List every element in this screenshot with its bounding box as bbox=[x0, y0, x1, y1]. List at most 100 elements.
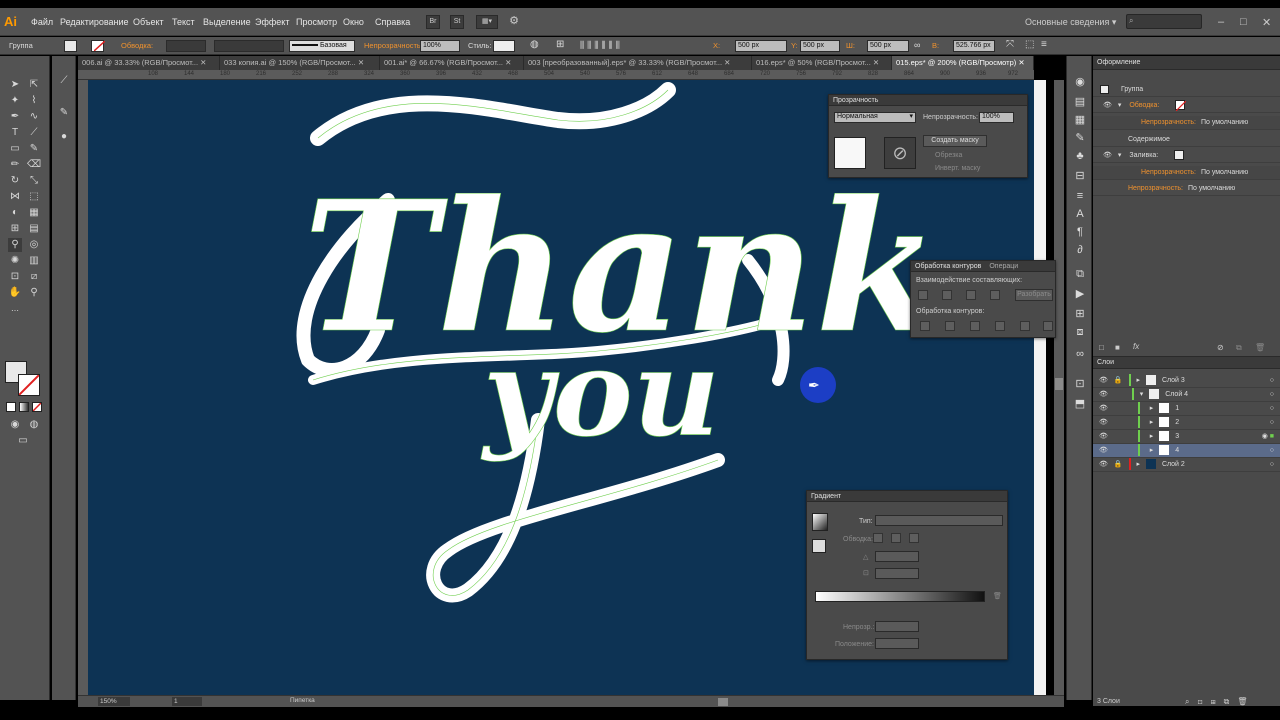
stock-button[interactable]: St bbox=[450, 15, 464, 29]
curvature-tool-icon[interactable]: ∿ bbox=[27, 110, 41, 124]
scale-tool-icon[interactable]: ⤡ bbox=[27, 174, 41, 188]
menu-effect[interactable]: Эффект bbox=[255, 17, 289, 27]
type-tool-icon[interactable]: T bbox=[8, 126, 22, 140]
asset-export-icon[interactable]: ⬒ bbox=[1072, 396, 1088, 412]
search-input[interactable] bbox=[1126, 14, 1202, 29]
minus-front-icon[interactable] bbox=[942, 290, 952, 300]
gradient-aspect-field[interactable] bbox=[875, 568, 919, 579]
transform-panel-icon[interactable]: ⧉ bbox=[1072, 266, 1088, 282]
transform-icon[interactable]: ⤧ bbox=[1006, 39, 1014, 50]
invert-mask-checkbox-label[interactable]: Инверт. маску bbox=[935, 165, 980, 172]
layer-row[interactable]: 👁 ▾ Слой 4 ○ bbox=[1093, 388, 1280, 402]
fill-swatch[interactable] bbox=[64, 40, 77, 52]
pathfinder-panel-icon[interactable]: ⧈ bbox=[1072, 324, 1088, 340]
constrain-link-icon[interactable]: ∞ bbox=[914, 40, 920, 50]
expand-button[interactable]: Разобрать bbox=[1015, 289, 1053, 301]
tab-document-1[interactable]: 006.ai @ 33.33% (RGB/Просмот... ✕ bbox=[78, 56, 220, 70]
menu-window[interactable]: Окно bbox=[343, 17, 364, 27]
tab-document-2[interactable]: 033 копия.ai @ 150% (RGB/Просмот... ✕ bbox=[220, 56, 380, 70]
clip-checkbox-label[interactable]: Обрезка bbox=[935, 152, 962, 159]
layer-row[interactable]: 👁 🔒 ▸ Слой 2 ○ bbox=[1093, 458, 1280, 472]
artboard-select[interactable]: 1 bbox=[172, 697, 202, 706]
align-buttons-icon[interactable]: ⫼⫼⫼⫼⫼⫼ bbox=[580, 40, 623, 51]
brush-panel-icon[interactable]: ⟋ bbox=[57, 74, 71, 88]
w-field[interactable]: 500 px bbox=[867, 40, 909, 52]
actions-panel-icon[interactable]: ▶ bbox=[1072, 286, 1088, 302]
sublayer-row[interactable]: 👁 ▸ 1 ○ bbox=[1093, 402, 1280, 416]
vertical-scroll-thumb[interactable] bbox=[1055, 378, 1063, 390]
blend-mode-select[interactable]: Нормальная ▾ bbox=[834, 112, 916, 123]
layers-footer-icons[interactable]: ⌕⊡⊞⧉🗑 bbox=[1185, 697, 1256, 707]
sublayer-row-selected[interactable]: 👁 ▸ 4 ○ bbox=[1093, 444, 1280, 458]
lasso-tool-icon[interactable]: ⌇ bbox=[27, 94, 41, 108]
mesh-tool-icon[interactable]: ⊞ bbox=[8, 222, 22, 236]
width-tool-icon[interactable]: ⋈ bbox=[8, 190, 22, 204]
bridge-button[interactable]: Br bbox=[426, 15, 440, 29]
hand-tool-icon[interactable]: ✋ bbox=[8, 286, 22, 300]
tab-document-4[interactable]: 003 [преобразованный].eps* @ 33.33% (RGB… bbox=[524, 56, 752, 70]
links-panel-icon[interactable]: ∞ bbox=[1072, 346, 1088, 362]
unite-icon[interactable] bbox=[918, 290, 928, 300]
tab-operations[interactable]: Операци bbox=[989, 263, 1018, 270]
horizontal-scroll-thumb[interactable] bbox=[718, 698, 728, 706]
gradient-stroke-within-icon[interactable] bbox=[873, 533, 883, 543]
color-panel-icon[interactable]: ◉ bbox=[1072, 74, 1088, 90]
slice-tool-icon[interactable]: ⧄ bbox=[27, 270, 41, 284]
crop-icon[interactable] bbox=[995, 321, 1005, 331]
appearance-fill-opacity-row[interactable]: Непрозрачность: По умолчанию bbox=[1093, 166, 1280, 180]
style-swatch[interactable] bbox=[493, 40, 515, 52]
gpu-icon[interactable]: ⚙ bbox=[507, 15, 521, 29]
gradient-fill-swatch[interactable] bbox=[812, 539, 826, 553]
paintbrush-tool-icon[interactable]: ✎ bbox=[27, 142, 41, 156]
pencil-tool-icon[interactable]: ✏ bbox=[8, 158, 22, 172]
pencil-panel-icon[interactable]: ✎ bbox=[57, 106, 71, 120]
maximize-icon[interactable]: □ bbox=[1240, 16, 1247, 28]
stroke-swatch[interactable] bbox=[91, 40, 106, 52]
opacity-field[interactable]: 100% bbox=[420, 40, 460, 52]
screen-mode-icon[interactable]: ▭ bbox=[16, 434, 30, 448]
symbol-sprayer-tool-icon[interactable]: ✺ bbox=[8, 254, 22, 268]
appearance-fill-row[interactable]: 👁 ▾ Заливка: bbox=[1093, 149, 1280, 163]
sublayer-row[interactable]: 👁 ▸ 2 ○ bbox=[1093, 416, 1280, 430]
delete-item-icon[interactable]: 🗑 bbox=[1255, 343, 1265, 352]
appearance-group-opacity-row[interactable]: Непрозрачность: По умолчанию bbox=[1093, 182, 1280, 196]
draw-behind-icon[interactable]: ◍ bbox=[27, 418, 41, 432]
delete-stop-icon[interactable]: 🗑 bbox=[993, 592, 1002, 600]
eyedropper-tool-icon[interactable]: ⚲ bbox=[8, 238, 22, 252]
minimize-icon[interactable]: – bbox=[1218, 16, 1224, 28]
perspective-grid-tool-icon[interactable]: ▦ bbox=[27, 206, 41, 220]
add-fill-icon[interactable]: ■ bbox=[1115, 343, 1120, 352]
transparency-opacity-field[interactable]: 100% bbox=[979, 112, 1014, 123]
stroke-label[interactable]: Обводка: bbox=[121, 41, 153, 50]
layer-row[interactable]: 👁 🔒 ▸ Слой 3 ○ bbox=[1093, 374, 1280, 388]
symbols-panel-icon[interactable]: ● bbox=[57, 130, 71, 144]
line-tool-icon[interactable]: ⟋ bbox=[27, 126, 41, 140]
graphic-styles-icon[interactable]: ⊟ bbox=[1072, 168, 1088, 184]
appearance-group-row[interactable]: Группа bbox=[1093, 83, 1280, 97]
opacity-label[interactable]: Непрозрачность: bbox=[364, 41, 423, 50]
gradient-angle-field[interactable] bbox=[875, 551, 919, 562]
add-effect-icon[interactable]: fx bbox=[1133, 342, 1139, 351]
merge-icon[interactable] bbox=[970, 321, 980, 331]
character-panel-icon[interactable]: A bbox=[1072, 206, 1088, 222]
gradient-mode-icon[interactable] bbox=[19, 402, 29, 412]
menu-help[interactable]: Справка bbox=[375, 17, 410, 27]
opentype-panel-icon[interactable]: ∂ bbox=[1072, 242, 1088, 258]
symbols-panel-icon[interactable]: ♣ bbox=[1072, 148, 1088, 164]
none-mode-icon[interactable] bbox=[32, 402, 42, 412]
variable-width-field[interactable] bbox=[214, 40, 284, 52]
color-guide-icon[interactable]: ▤ bbox=[1072, 94, 1088, 110]
tab-document-5[interactable]: 016.eps* @ 50% (RGB/Просмот... ✕ bbox=[752, 56, 892, 70]
gradient-position-field[interactable] bbox=[875, 638, 919, 649]
menu-object[interactable]: Объект bbox=[133, 17, 164, 27]
align-panel-icon[interactable]: ⊞ bbox=[1072, 306, 1088, 322]
isolate-icon[interactable]: ⬚ bbox=[1025, 39, 1034, 50]
recolor-icon[interactable]: ◍ bbox=[530, 39, 539, 50]
direct-selection-tool-icon[interactable]: ⇱ bbox=[27, 78, 41, 92]
x-field[interactable]: 500 px bbox=[735, 40, 787, 52]
intersect-icon[interactable] bbox=[966, 290, 976, 300]
rectangle-tool-icon[interactable]: ▭ bbox=[8, 142, 22, 156]
pen-tool-icon[interactable]: ✒ bbox=[8, 110, 22, 124]
y-field[interactable]: 500 px bbox=[800, 40, 840, 52]
duplicate-item-icon[interactable]: ⧉ bbox=[1236, 343, 1242, 353]
